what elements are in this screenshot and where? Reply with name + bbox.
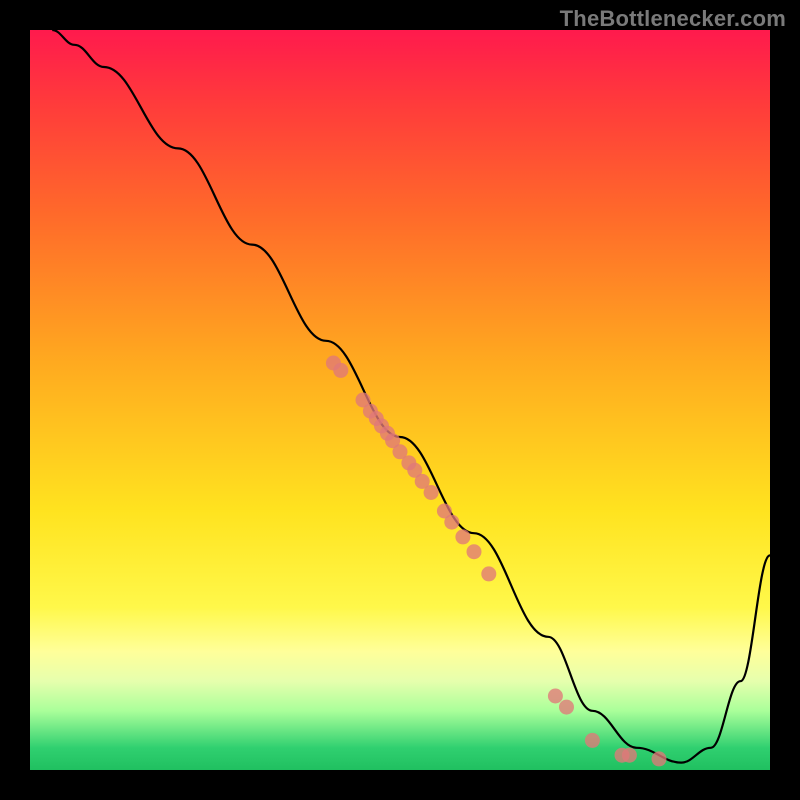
- data-point: [548, 689, 563, 704]
- data-point: [652, 751, 667, 766]
- data-points-group: [326, 356, 667, 767]
- data-point: [424, 485, 439, 500]
- chart-svg: [30, 30, 770, 770]
- data-point: [481, 566, 496, 581]
- data-point: [333, 363, 348, 378]
- data-point: [559, 700, 574, 715]
- bottleneck-curve: [52, 30, 770, 763]
- chart-frame: TheBottlenecker.com: [0, 0, 800, 800]
- data-point: [622, 748, 637, 763]
- data-point: [455, 529, 470, 544]
- data-point: [585, 733, 600, 748]
- plot-area: [30, 30, 770, 770]
- data-point: [444, 515, 459, 530]
- attribution-text: TheBottlenecker.com: [560, 6, 786, 32]
- data-point: [467, 544, 482, 559]
